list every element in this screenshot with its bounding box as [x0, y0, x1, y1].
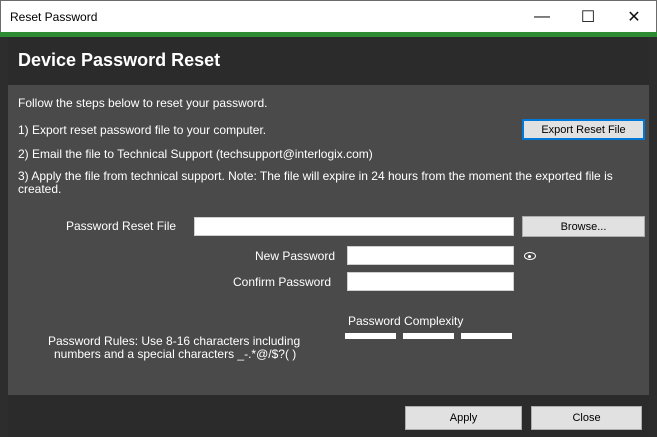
close-icon: ✕ [627, 9, 641, 26]
reset-file-input[interactable] [194, 217, 514, 236]
maximize-icon: ☐ [580, 9, 596, 26]
password-rules-line2: numbers and a special characters _-.*@/$… [54, 347, 297, 361]
minimize-icon: — [534, 8, 550, 25]
step3-text-line1: 3) Apply the file from technical support… [18, 169, 613, 183]
apply-button[interactable]: Apply [405, 406, 522, 430]
close-label: Close [572, 412, 601, 424]
step1-text: 1) Export reset password file to your co… [18, 123, 267, 137]
dialog-footer: Apply Close [8, 395, 649, 437]
step2-text: 2) Email the file to Technical Support (… [18, 147, 373, 161]
dialog-body: Device Password Reset Follow the steps b… [0, 37, 657, 437]
close-button[interactable]: Close [531, 406, 642, 430]
complexity-bar-1 [345, 333, 396, 339]
complexity-bar-2 [403, 333, 454, 339]
page-title: Device Password Reset [18, 50, 221, 70]
step3-text-line2: created. [18, 182, 62, 196]
title-bar: Reset Password — ☐ ✕ [0, 0, 657, 32]
show-password-icon[interactable] [524, 252, 536, 260]
close-window-button[interactable]: ✕ [611, 1, 657, 33]
apply-label: Apply [449, 412, 478, 424]
reset-file-label: Password Reset File [66, 219, 177, 233]
dialog-header: Device Password Reset [8, 37, 649, 85]
intro-text: Follow the steps below to reset your pas… [18, 96, 268, 110]
maximize-button[interactable]: ☐ [565, 1, 611, 33]
browse-label: Browse... [560, 220, 607, 233]
browse-button[interactable]: Browse... [522, 216, 645, 237]
confirm-password-input[interactable] [347, 272, 514, 291]
new-password-label: New Password [255, 249, 336, 263]
minimize-button[interactable]: — [519, 1, 565, 33]
complexity-bar-3 [461, 333, 512, 339]
export-reset-file-label: Export Reset File [541, 123, 626, 136]
new-password-input[interactable] [347, 246, 514, 265]
window-title: Reset Password [10, 10, 98, 24]
password-rules-line1: Password Rules: Use 8-16 characters incl… [48, 334, 301, 348]
password-complexity-label: Password Complexity [348, 314, 464, 328]
export-reset-file-button[interactable]: Export Reset File [522, 119, 645, 140]
confirm-password-label: Confirm Password [233, 275, 332, 289]
